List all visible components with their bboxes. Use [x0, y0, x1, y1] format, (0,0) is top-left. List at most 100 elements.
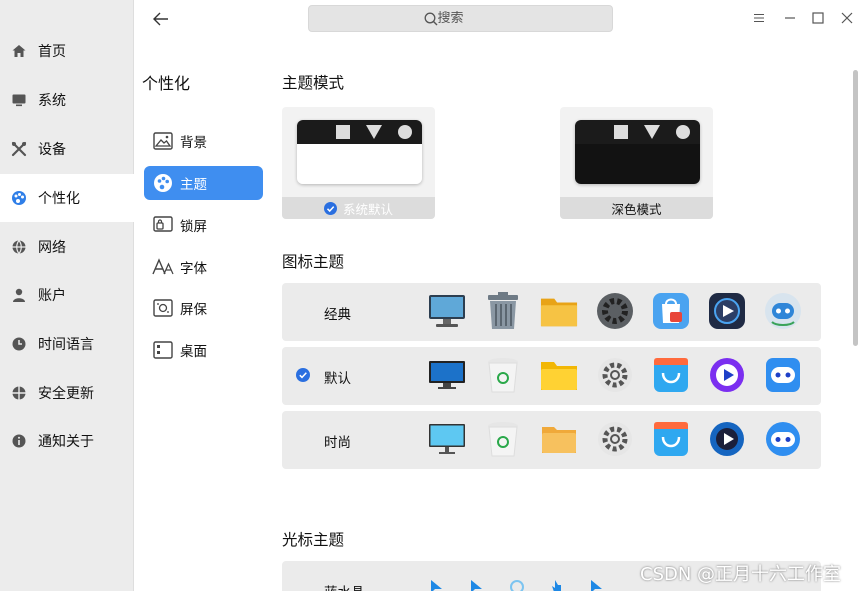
subnav-item-desktop[interactable]: 桌面: [144, 333, 263, 367]
circle-icon: [676, 125, 690, 139]
menu-button[interactable]: [749, 8, 769, 28]
theme-option-label: 系统默认: [342, 201, 393, 217]
trash-icon: [484, 420, 522, 458]
shield-icon: [11, 385, 27, 401]
csdn-watermark: CSDN @正月十六工作室: [640, 564, 842, 585]
settings-gear-icon: [596, 292, 634, 330]
info-icon: [11, 433, 27, 449]
theme-option-dark[interactable]: 深色模式: [560, 107, 713, 219]
globe-icon: [11, 239, 27, 255]
nav-item-label: 账户: [38, 288, 66, 304]
app-store-icon: [652, 292, 690, 330]
icon-theme-row-default[interactable]: 默认: [282, 347, 821, 405]
trash-icon: [484, 292, 522, 330]
close-icon: [841, 12, 853, 24]
settings-gear-icon: [596, 356, 634, 394]
picture-icon: [152, 130, 174, 152]
cursor-hand-icon: [548, 578, 566, 591]
nav-item-label: 系统: [38, 93, 66, 109]
app-store-icon: [652, 420, 690, 458]
robot-assistant-icon: [764, 356, 802, 394]
app-store-icon: [652, 356, 690, 394]
desktop-grid-icon: [152, 339, 174, 361]
monitor-icon: [428, 356, 466, 394]
cursor-busy-icon: [508, 578, 526, 591]
back-button[interactable]: [150, 8, 172, 30]
nav-item-label: 设备: [38, 142, 66, 158]
monitor-icon: [428, 292, 466, 330]
square-icon: [336, 125, 350, 139]
lockscreen-icon: [152, 214, 174, 236]
close-button[interactable]: [837, 8, 857, 28]
minimize-button[interactable]: [780, 8, 800, 28]
sub-sidebar: 个性化 背景 主题 锁屏 字体 屏保 桌面: [134, 0, 267, 591]
cursor-theme-title: 光标主题: [282, 531, 345, 549]
cursor-arrow-icon: [588, 578, 606, 591]
search-box[interactable]: [308, 5, 613, 32]
subnav-item-lockscreen[interactable]: 锁屏: [144, 208, 263, 242]
subnav-item-label: 字体: [180, 261, 207, 277]
cursor-arrow-icon: [468, 578, 486, 591]
nav-item-personalization[interactable]: 个性化: [0, 174, 134, 222]
nav-item-security-update[interactable]: 安全更新: [0, 369, 134, 417]
icon-theme-label: 默认: [324, 371, 351, 387]
nav-item-label: 安全更新: [38, 386, 94, 402]
search-input[interactable]: [437, 11, 498, 26]
settings-gear-icon: [596, 420, 634, 458]
icon-theme-label: 时尚: [324, 435, 351, 451]
nav-item-label: 时间语言: [38, 337, 94, 353]
cursor-arrow-icon: [428, 578, 446, 591]
subnav-item-label: 主题: [180, 177, 207, 193]
theme-option-label: 深色模式: [611, 201, 662, 217]
cursor-theme-label: 蓝水晶: [324, 581, 365, 591]
nav-item-label: 个性化: [38, 191, 80, 207]
nav-item-devices[interactable]: 设备: [0, 125, 134, 173]
theme-preview-light: [297, 120, 422, 184]
icon-theme-title: 图标主题: [282, 253, 345, 271]
palette-icon: [11, 190, 27, 206]
home-icon: [11, 43, 27, 59]
icon-theme-row-fashion[interactable]: 时尚: [282, 411, 821, 469]
nav-item-label: 首页: [38, 44, 66, 60]
monitor-icon: [428, 420, 466, 458]
subnav-item-label: 背景: [180, 135, 207, 151]
clock-icon: [11, 336, 27, 352]
circle-icon: [398, 125, 412, 139]
nav-item-system[interactable]: 系统: [0, 76, 134, 124]
triangle-icon: [644, 125, 660, 139]
nav-item-network[interactable]: 网络: [0, 223, 134, 271]
nav-item-label: 通知关于: [38, 434, 94, 450]
subnav-item-label: 桌面: [180, 344, 207, 360]
video-player-icon: [708, 420, 746, 458]
video-player-icon: [708, 292, 746, 330]
font-icon: [152, 256, 174, 278]
subnav-item-screensaver[interactable]: 屏保: [144, 291, 263, 325]
video-player-icon: [708, 356, 746, 394]
maximize-button[interactable]: [808, 8, 828, 28]
nav-item-time-language[interactable]: 时间语言: [0, 320, 134, 368]
nav-item-label: 网络: [38, 240, 66, 256]
subnav-item-theme[interactable]: 主题: [144, 166, 263, 200]
subnav-item-label: 锁屏: [180, 219, 207, 235]
arrow-left-icon: [153, 12, 168, 26]
theme-option-default[interactable]: 系统默认: [282, 107, 435, 219]
subnav-item-font[interactable]: 字体: [144, 250, 263, 284]
folder-icon: [540, 292, 578, 330]
screensaver-icon: [152, 297, 174, 319]
subnav-item-background[interactable]: 背景: [144, 124, 263, 158]
subnav-item-label: 屏保: [180, 302, 207, 318]
minimize-icon: [785, 17, 795, 19]
nav-item-account[interactable]: 账户: [0, 271, 134, 319]
content-scrollbar[interactable]: [853, 70, 858, 346]
subnav-title: 个性化: [142, 74, 191, 93]
check-circle-icon: [323, 201, 337, 215]
square-icon: [614, 125, 628, 139]
folder-icon: [540, 356, 578, 394]
search-icon: [424, 12, 437, 25]
icon-theme-row-classic[interactable]: 经典: [282, 283, 821, 341]
tools-icon: [11, 141, 27, 157]
nav-item-notification-about[interactable]: 通知关于: [0, 417, 134, 465]
nav-item-home[interactable]: 首页: [0, 27, 134, 75]
palette-icon: [152, 172, 174, 194]
trash-icon: [484, 356, 522, 394]
